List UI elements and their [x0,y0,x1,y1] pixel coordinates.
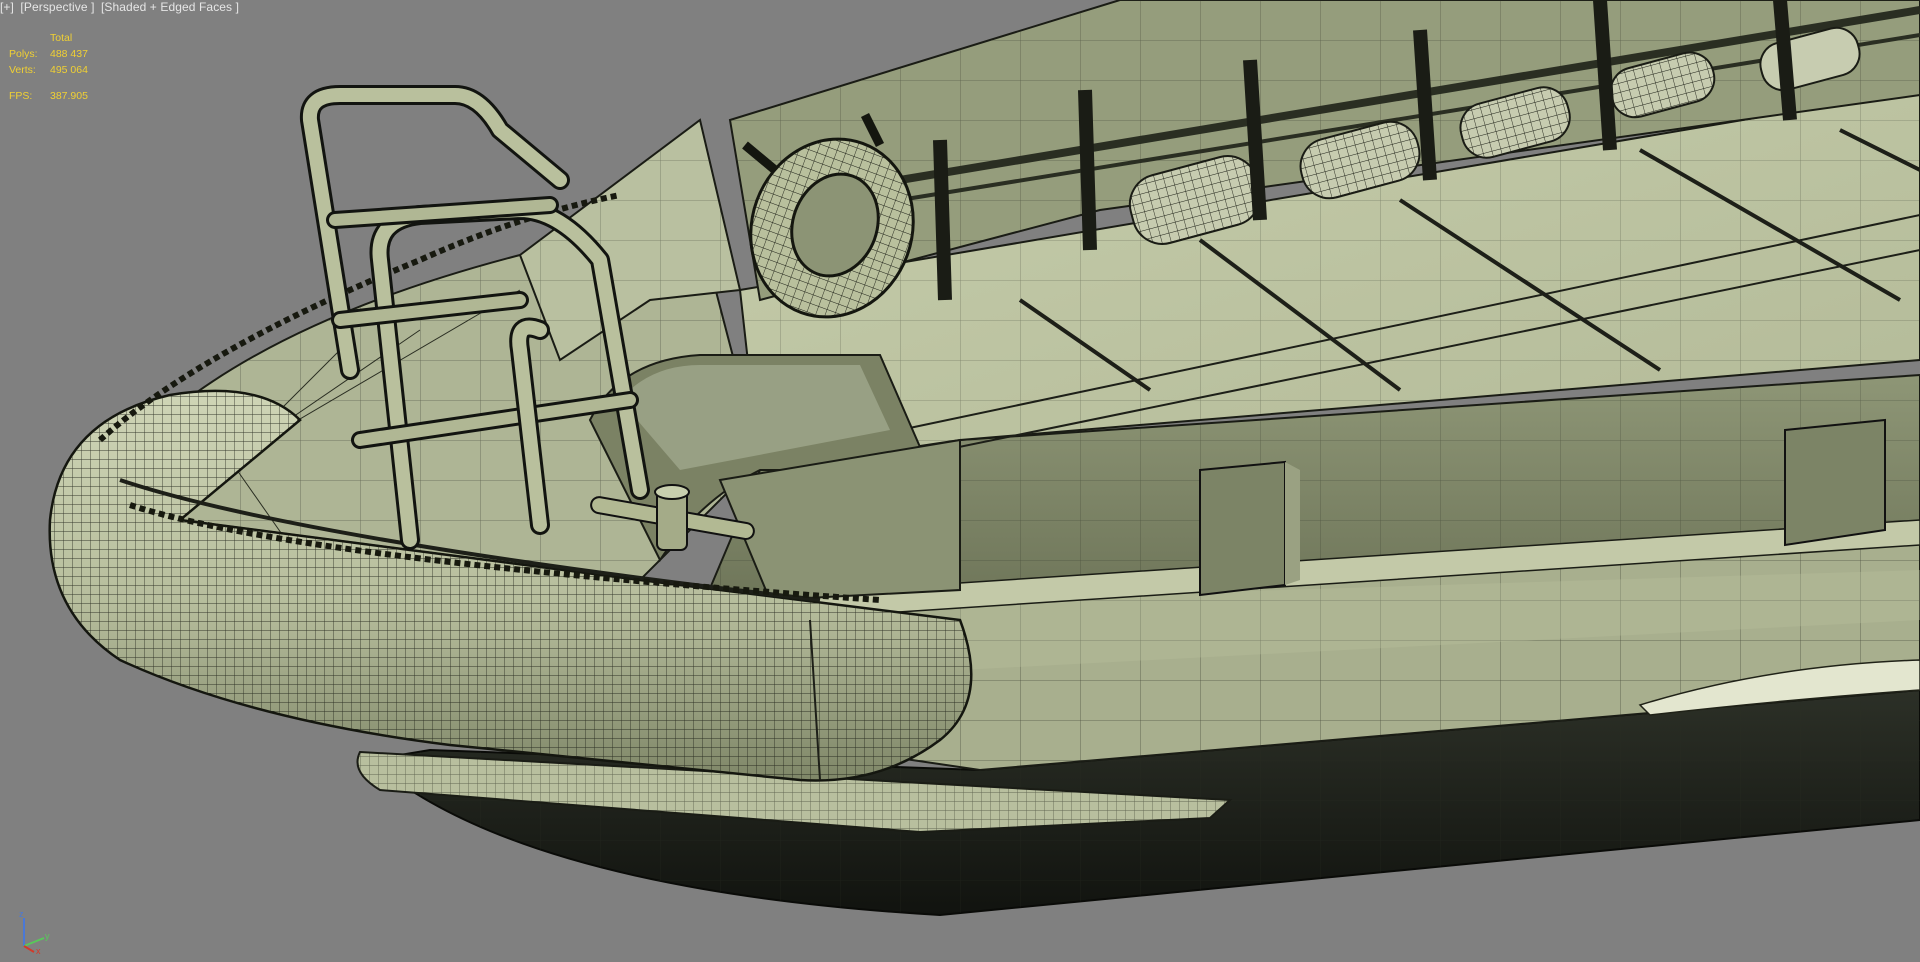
axis-tripod-icon: z y x [19,909,50,954]
viewport-view-menu[interactable]: [Perspective ] [20,0,94,14]
axis-x-label: x [36,946,41,954]
boat-model-render[interactable] [0,0,1920,962]
verts-value: 495 064 [50,64,88,76]
polys-label: Polys: [9,48,38,60]
axis-z-label: z [19,909,24,919]
axis-y-label: y [45,931,50,941]
viewport-statistics: Total Polys: 488 437 Verts: 495 064 FPS: 38… [9,30,88,104]
verts-label: Verts: [9,64,36,76]
stats-header: Total [50,32,73,44]
viewport-shading-menu[interactable]: [Shaded + Edged Faces ] [101,0,239,14]
viewport-menu-plus[interactable]: [+] [0,0,14,14]
viewport-label: [+] [Perspective ] [Shaded + Edged Faces… [0,0,242,16]
polys-value: 488 437 [50,48,88,60]
3d-viewport[interactable]: [+] [Perspective ] [Shaded + Edged Faces… [0,0,1920,962]
fps-label: FPS: [9,90,33,102]
fps-value: 387.905 [50,90,88,102]
